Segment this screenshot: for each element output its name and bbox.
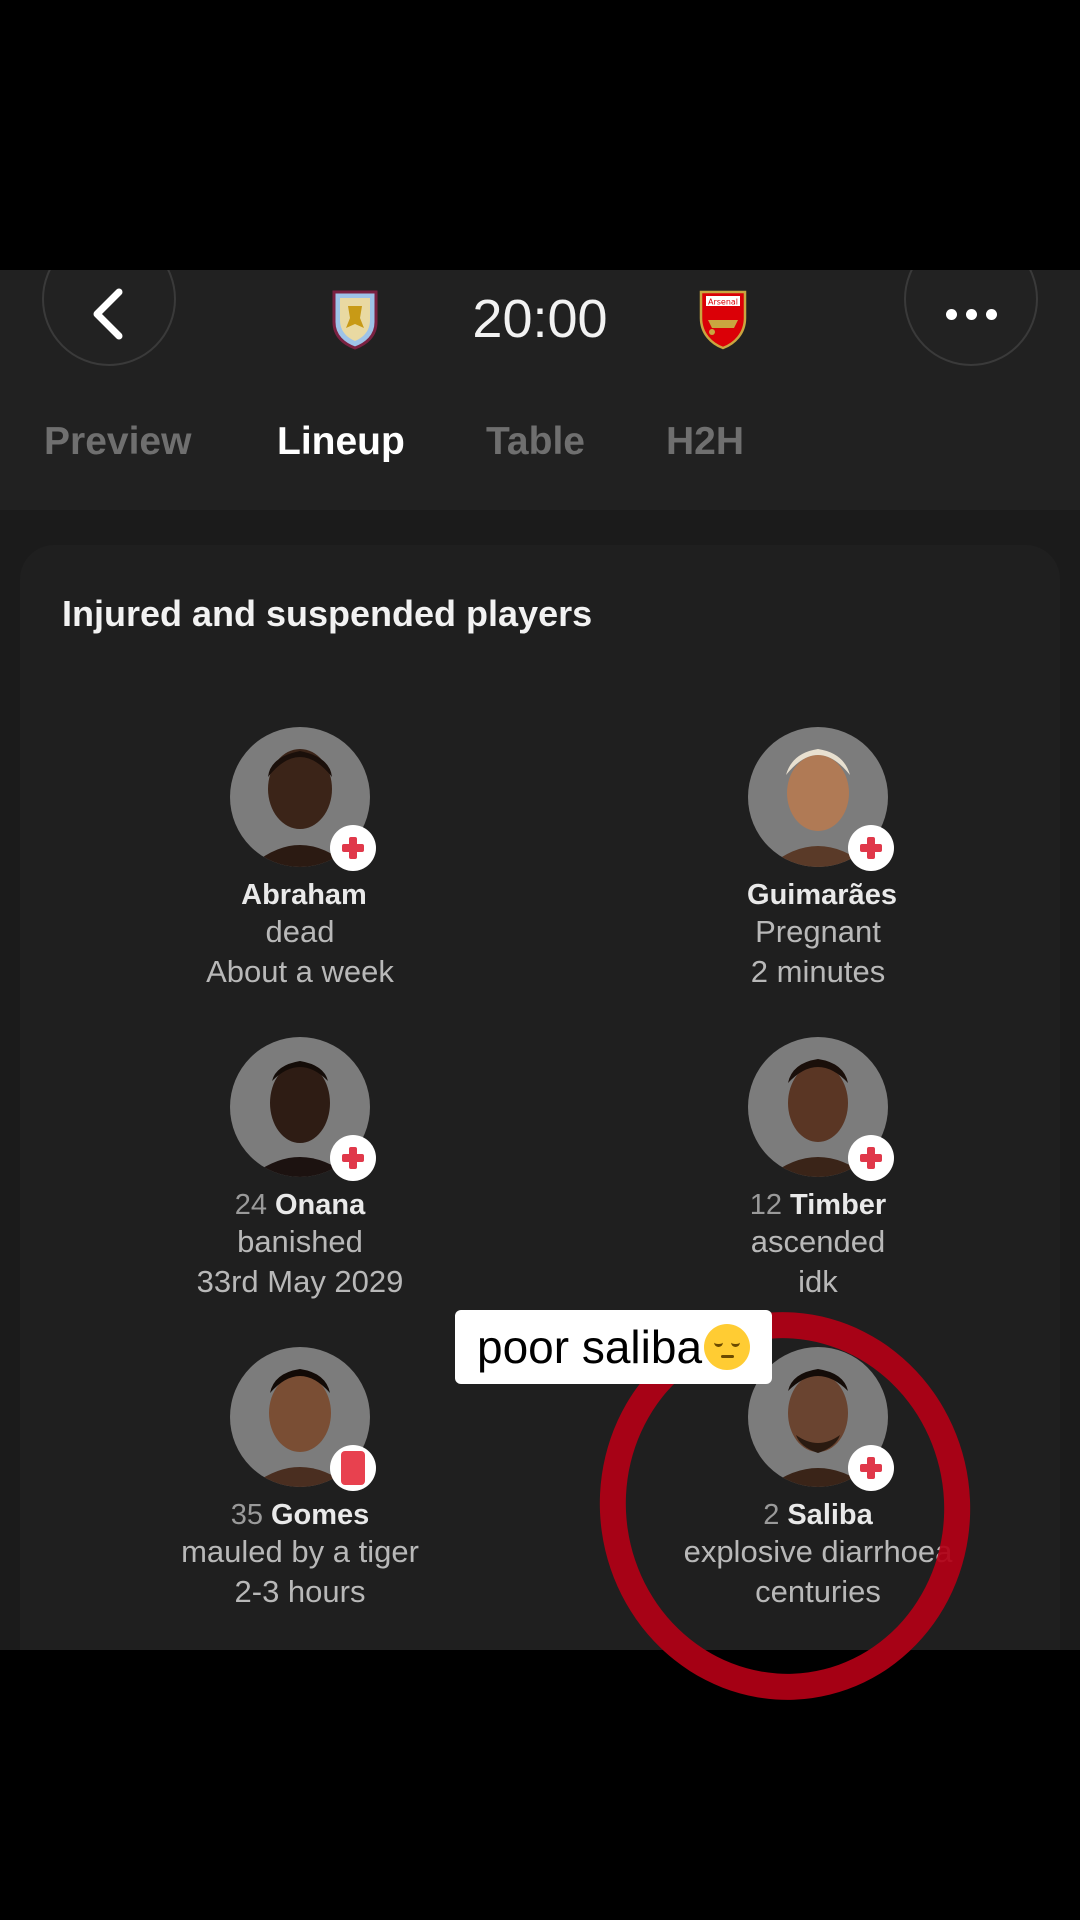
- injury-duration: idk: [798, 1264, 838, 1299]
- pensive-face-emoji-icon: [704, 1324, 751, 1370]
- injury-duration: 33rd May 2029: [196, 1264, 404, 1299]
- match-header: 20:00 Arsenal Preview Lineup Table H2H: [0, 270, 1080, 510]
- injury-duration: 2 minutes: [750, 954, 886, 989]
- injury-reason: dead: [265, 914, 335, 949]
- injury-reason: Pregnant: [755, 914, 881, 949]
- match-tabs: Preview Lineup Table H2H: [0, 420, 1080, 480]
- injury-duration: About a week: [206, 954, 394, 989]
- injury-icon: [330, 825, 376, 871]
- arsenal-crest-text: Arsenal: [708, 298, 738, 307]
- suspension-reason: mauled by a tiger: [181, 1534, 419, 1569]
- injury-icon: [848, 825, 894, 871]
- suspension-duration: 2-3 hours: [234, 1574, 366, 1609]
- red-card-icon: [330, 1445, 376, 1491]
- video-caption: poor saliba: [455, 1310, 773, 1384]
- player-card-abraham[interactable]: Abraham dead About a week: [100, 727, 500, 992]
- injury-reason: banished: [237, 1224, 363, 1259]
- back-button[interactable]: [42, 270, 176, 366]
- tab-h2h[interactable]: H2H: [666, 420, 744, 464]
- player-name: 24 Onana: [234, 1189, 366, 1221]
- aston-villa-crest-icon[interactable]: [330, 288, 380, 350]
- player-card-timber[interactable]: 12 Timber ascended idk: [618, 1037, 1018, 1302]
- player-card-guimaraes[interactable]: Guimarães Pregnant 2 minutes: [618, 727, 1018, 992]
- player-card-gomes[interactable]: 35 Gomes mauled by a tiger 2-3 hours: [100, 1347, 500, 1612]
- player-name: Abraham: [241, 879, 367, 911]
- more-dots-icon: [945, 308, 997, 320]
- player-name: Guimarães: [747, 879, 897, 911]
- injury-reason: ascended: [750, 1224, 886, 1259]
- arsenal-crest-icon[interactable]: Arsenal: [698, 288, 748, 350]
- section-title: Injured and suspended players: [62, 593, 593, 634]
- tab-preview[interactable]: Preview: [44, 420, 191, 464]
- injury-icon: [848, 1135, 894, 1181]
- more-options-button[interactable]: [904, 270, 1038, 366]
- kickoff-time: 20:00: [472, 289, 608, 349]
- tab-table[interactable]: Table: [486, 420, 585, 464]
- player-card-onana[interactable]: 24 Onana banished 33rd May 2029: [100, 1037, 500, 1302]
- player-name: 35 Gomes: [230, 1499, 370, 1531]
- chevron-left-icon: [93, 288, 123, 340]
- injury-icon: [330, 1135, 376, 1181]
- player-name: 12 Timber: [749, 1189, 887, 1221]
- tab-lineup[interactable]: Lineup: [277, 420, 405, 464]
